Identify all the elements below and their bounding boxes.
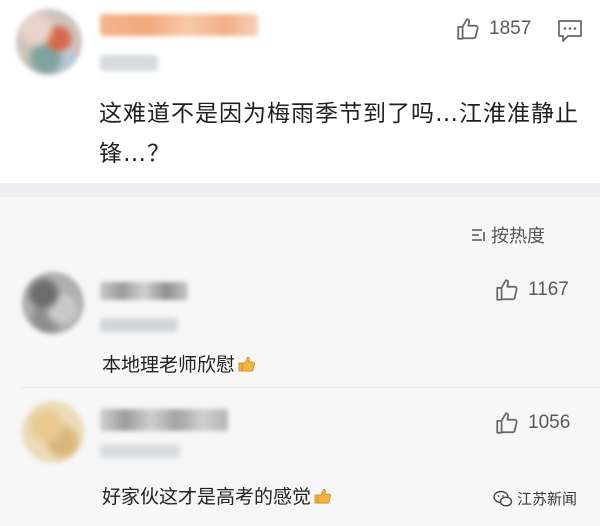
thumbs-up-icon bbox=[457, 18, 479, 40]
thumbs-up-emoji-icon bbox=[314, 488, 331, 503]
watermark-text: 江苏新闻 bbox=[517, 490, 578, 508]
avatar[interactable] bbox=[22, 272, 84, 334]
blurred-comment-meta bbox=[100, 444, 180, 458]
thumbs-up-icon bbox=[496, 412, 518, 434]
like-count: 1857 bbox=[489, 18, 532, 39]
like-count: 1167 bbox=[528, 279, 569, 300]
blurred-comment-meta bbox=[100, 318, 178, 332]
blurred-username[interactable] bbox=[100, 409, 228, 431]
reply-text-content: 好家伙这才是高考的感觉 bbox=[102, 486, 312, 508]
blurred-comment-meta bbox=[100, 55, 158, 71]
like-button[interactable]: 1167 bbox=[494, 277, 569, 303]
reply-text: 本地理老师欣慰 bbox=[102, 350, 257, 377]
blurred-username[interactable] bbox=[100, 282, 188, 300]
sort-by-popularity-button[interactable]: 按热度 bbox=[469, 222, 545, 248]
reply-text-content: 本地理老师欣慰 bbox=[102, 354, 236, 376]
thumbs-up-emoji-icon bbox=[238, 356, 255, 371]
sort-lines-icon bbox=[472, 229, 485, 241]
blurred-username[interactable] bbox=[100, 14, 258, 36]
like-button[interactable]: 1857 bbox=[455, 16, 531, 42]
sort-label: 按热度 bbox=[491, 226, 545, 247]
reply-button[interactable] bbox=[556, 18, 584, 48]
like-button[interactable]: 1056 bbox=[494, 410, 570, 436]
thumbs-up-icon bbox=[496, 279, 518, 301]
chat-bubble-icon bbox=[558, 20, 582, 42]
avatar[interactable] bbox=[16, 9, 82, 75]
section-separator bbox=[0, 183, 600, 197]
avatar[interactable] bbox=[22, 401, 84, 463]
comment-text: 这难道不是因为梅雨季节到了吗…江淮准静止锋…？ bbox=[99, 101, 579, 167]
reply-divider bbox=[22, 387, 600, 388]
wechat-logo-icon bbox=[493, 490, 513, 507]
reply-text: 好家伙这才是高考的感觉 bbox=[102, 482, 333, 509]
like-count: 1056 bbox=[528, 412, 571, 433]
source-watermark: 江苏新闻 bbox=[493, 488, 577, 509]
